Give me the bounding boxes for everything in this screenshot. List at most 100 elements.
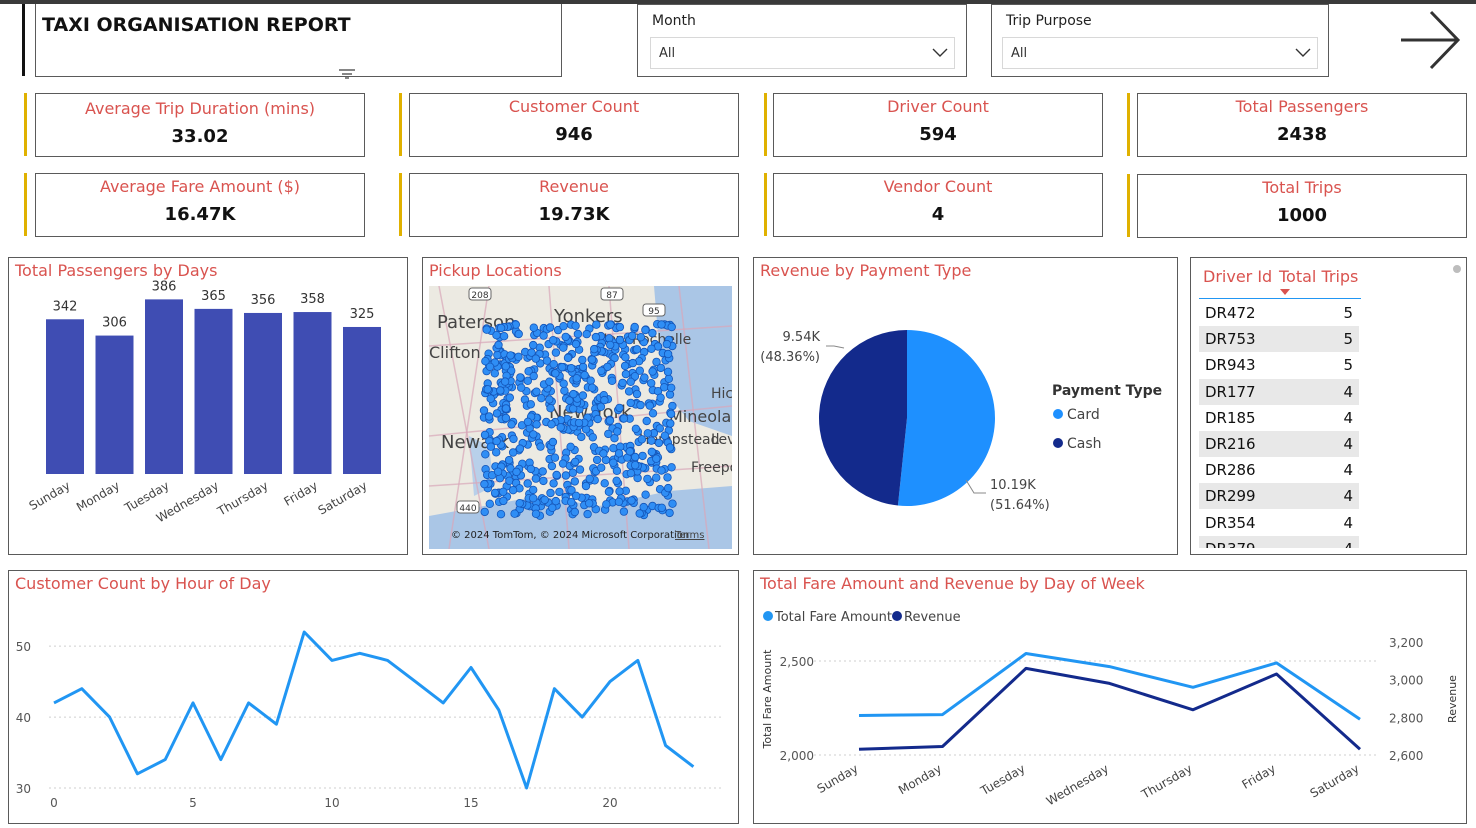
map-canvas[interactable]: PatersonYonkersCliftonNew RochelleNewark…	[429, 286, 732, 549]
map-attribution: © 2024 TomTom, © 2024 Microsoft Corporat…	[451, 530, 689, 541]
title-accent	[22, 4, 25, 76]
y-right-tick-label: 3,000	[1389, 674, 1423, 688]
pickup-point	[548, 437, 558, 447]
total-trips-cell: 5	[1343, 330, 1353, 349]
x-tick-label: Friday	[1239, 761, 1278, 791]
data-label: 356	[251, 293, 276, 308]
x-tick-label: 15	[463, 796, 478, 810]
filter-icon[interactable]	[338, 68, 356, 80]
data-label: 386	[152, 279, 177, 294]
kpi-card-avg-fare-amount: Average Fare Amount ($) 16.47K	[35, 173, 365, 237]
pickup-point	[505, 393, 514, 402]
pickup-point	[545, 323, 555, 332]
pickup-point	[615, 322, 625, 332]
pickup-point	[545, 377, 554, 386]
kpi-value: 33.02	[171, 126, 229, 147]
table-row[interactable]: DR216 4	[1199, 431, 1359, 457]
x-tick-label: 10	[324, 796, 339, 810]
scrollbar-thumb[interactable]	[1453, 265, 1461, 273]
pickup-point	[602, 500, 611, 509]
driver-id-cell: DR216	[1205, 435, 1256, 453]
road-shield-label: 87	[606, 291, 617, 301]
pickup-point	[593, 414, 602, 424]
trip-purpose-dropdown[interactable]: All	[1002, 37, 1318, 69]
pickup-point	[512, 467, 521, 477]
data-label: 325	[350, 307, 375, 322]
trip-purpose-slicer: Trip Purpose All	[991, 4, 1329, 77]
table-row[interactable]: DR299 4	[1199, 483, 1359, 510]
pickup-point	[548, 503, 557, 512]
arrow-right-icon[interactable]	[1398, 8, 1462, 72]
driver-id-cell: DR354	[1205, 513, 1256, 532]
month-slicer: Month All	[637, 4, 967, 77]
pickup-point	[529, 323, 538, 332]
pickup-point	[570, 507, 579, 517]
x-tick-label: Thursday	[214, 478, 270, 519]
table-row[interactable]: DR472 5	[1199, 300, 1359, 326]
pickup-point	[604, 429, 613, 439]
pickup-point	[606, 320, 615, 329]
y-right-axis-label: Revenue	[1446, 675, 1459, 723]
chevron-down-icon	[1295, 48, 1311, 57]
pickup-point	[636, 333, 646, 342]
pickup-point	[626, 377, 635, 386]
pickup-point	[630, 460, 640, 470]
pickup-point	[499, 332, 509, 341]
pickup-point	[655, 424, 664, 433]
pickup-point	[563, 353, 573, 363]
pickup-point	[509, 434, 518, 444]
line-chart[interactable]: 30 40 50 0 5 10 15 20	[9, 571, 738, 823]
road-shield-label: 95	[648, 307, 659, 317]
month-dropdown[interactable]: All	[650, 37, 955, 69]
table-row[interactable]: DR943 5	[1199, 352, 1359, 379]
pickup-point	[665, 390, 675, 399]
kpi-label: Total Passengers	[1235, 97, 1369, 116]
pickup-point	[596, 463, 606, 472]
pickup-point	[492, 409, 502, 418]
pickup-point	[496, 386, 505, 395]
pie-chart[interactable]: 10.19K (51.64%) 9.54K (48.36%) Payment Type C…	[754, 258, 1177, 554]
data-label: 342	[53, 299, 78, 314]
pickup-point	[627, 331, 637, 340]
pickup-point	[637, 435, 647, 444]
bar	[145, 299, 183, 474]
bar-chart[interactable]: 342Sunday306Monday386Tuesday365Wednesday…	[9, 258, 407, 554]
pickup-point	[552, 470, 561, 480]
pickup-point	[492, 436, 501, 446]
dual-line-chart[interactable]: Total Fare Amount Revenue 2,000 2,500 2,600 2…	[754, 571, 1466, 823]
pickup-point	[626, 468, 636, 478]
y-left-tick-label: 2,500	[780, 655, 814, 669]
pickup-point	[492, 331, 501, 340]
x-tick-label: Sunday	[815, 761, 861, 796]
pickup-point	[619, 507, 629, 516]
kpi-value: 594	[919, 124, 957, 145]
table-row[interactable]: DR177 4	[1199, 378, 1359, 405]
kpi-card-customer-count: Customer Count 946	[409, 93, 739, 157]
pickup-point	[667, 463, 676, 472]
table-header-driver-id[interactable]: Driver Id	[1203, 267, 1272, 286]
kpi-accent	[399, 173, 402, 236]
table-row[interactable]: DR185 4	[1199, 404, 1359, 431]
kpi-label: Customer Count	[508, 97, 640, 116]
table-row[interactable]: DR753 5	[1199, 326, 1359, 353]
kpi-accent	[24, 93, 27, 156]
table-row[interactable]: DR379 4	[1199, 535, 1359, 548]
pickup-point	[607, 376, 617, 385]
table-header-total-trips[interactable]: Total Trips	[1279, 267, 1358, 286]
pickup-point	[531, 474, 541, 483]
table-row[interactable]: DR354 4	[1199, 509, 1359, 536]
x-tick-label: Tuesday	[977, 761, 1027, 798]
pickup-point	[548, 336, 558, 345]
pickup-point	[642, 416, 651, 426]
pickup-point	[612, 427, 622, 436]
pickup-point	[643, 474, 652, 484]
pickup-point	[547, 420, 556, 429]
table-row[interactable]: DR286 4	[1199, 457, 1359, 484]
pickup-point	[561, 471, 571, 480]
pickup-point	[490, 488, 500, 498]
y-right-tick-label: 3,200	[1389, 636, 1423, 650]
kpi-label: Average Trip Duration (mins)	[84, 99, 316, 118]
pickup-point	[481, 450, 490, 459]
map-place-label: Hicksville	[711, 386, 732, 402]
pickup-point	[615, 335, 625, 345]
